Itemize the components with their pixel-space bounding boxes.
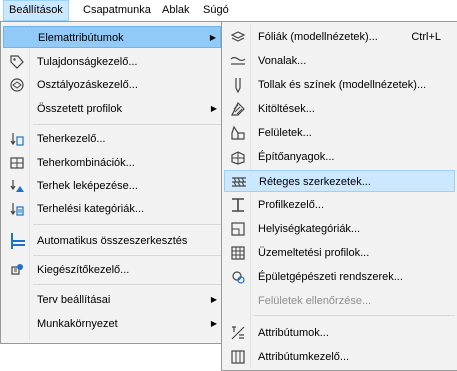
menu-item-label: Tulajdonságkezelő...: [37, 56, 138, 68]
menu-item-label: Üzemeltetési profilok...: [258, 247, 370, 259]
menu-item-label: Terhelési kategóriák...: [37, 203, 144, 215]
menu-item-composites[interactable]: Réteges szerkezetek...: [224, 170, 455, 192]
menu-item-operation-profiles[interactable]: Üzemeltetési profilok...: [224, 242, 455, 264]
composites-icon: [231, 174, 247, 190]
menu-item-label: Teherkezelő...: [37, 133, 106, 145]
menu-item-label: Attribútumkezelő...: [258, 351, 350, 363]
options-dropdown: Elemattribútumok ▶ Tulajdonságkezelő... …: [0, 21, 224, 344]
menu-item-classification-manager[interactable]: Osztályozáskezelő...: [3, 74, 221, 96]
menu-item-complex-profiles[interactable]: Összetett profilok ▶: [3, 98, 221, 120]
menu-item-line-types[interactable]: Vonalak...: [224, 50, 455, 72]
surface-icon: [230, 125, 246, 141]
menu-item-label: Profilkezelő...: [258, 199, 325, 211]
menu-item-label: Építőanyagok...: [258, 151, 335, 163]
menu-item-load-combinations[interactable]: Teherkombinációk...: [3, 152, 221, 174]
menu-item-zone-categories[interactable]: Helyiségkategóriák...: [224, 218, 455, 240]
pen-icon: [230, 77, 246, 93]
load-mapping-icon: [9, 178, 25, 194]
classification-icon: [9, 77, 25, 93]
addon-manager-icon: [9, 262, 25, 278]
operation-profile-icon: [230, 245, 246, 261]
menu-item-label: Felületek...: [258, 127, 312, 139]
separator: [33, 284, 221, 285]
menu-item-layers[interactable]: Fóliák (modellnézetek)... Ctrl+L: [224, 26, 455, 48]
menu-item-building-materials[interactable]: Építőanyagok...: [224, 146, 455, 168]
auto-connect-icon: [9, 233, 25, 249]
menu-item-surface-check[interactable]: Felületek ellenőrzése...: [224, 290, 455, 312]
load-combination-icon: [9, 155, 25, 171]
load-category-icon: [9, 201, 25, 217]
menu-item-label: Automatikus összeszerkesztés: [37, 235, 188, 247]
menu-item-label: Osztályozáskezelő...: [37, 79, 138, 91]
tag-icon: [9, 54, 25, 70]
menu-item-mep-systems[interactable]: Épületgépészeti rendszerek...: [224, 266, 455, 288]
menu-item-attribute-manager[interactable]: Attribútumkezelő...: [224, 346, 455, 368]
menu-item-load-manager[interactable]: Teherkezelő...: [3, 128, 221, 150]
menu-item-addon-manager[interactable]: Kiegészítőkezelő...: [3, 259, 221, 281]
menu-item-label: Fóliák (modellnézetek)...: [258, 31, 378, 43]
menu-item-label: Munkakörnyezet: [37, 318, 118, 330]
menu-item-pens-colors[interactable]: Tollak és színek (modellnézetek)...: [224, 74, 455, 96]
menu-item-label: Helyiségkategóriák...: [258, 223, 361, 235]
menu-item-profile-manager[interactable]: Profilkezelő...: [224, 194, 455, 216]
menu-item-label: Terv beállításai: [37, 294, 111, 306]
menu-sugo[interactable]: Súgó: [198, 0, 234, 21]
menu-item-label: Vonalak...: [258, 55, 307, 67]
profile-manager-icon: [230, 197, 246, 213]
menu-item-label: Elemattribútumok: [38, 32, 124, 44]
menu-item-attributes[interactable]: Attribútumok...: [224, 322, 455, 344]
menu-item-fills[interactable]: Kitöltések...: [224, 98, 455, 120]
menu-item-label: Kitöltések...: [258, 103, 315, 115]
attribute-manager-icon: [230, 349, 246, 365]
separator: [33, 124, 221, 125]
mep-systems-icon: [230, 269, 246, 285]
separator: [254, 315, 455, 316]
menu-item-label: Tollak és színek (modellnézetek)...: [258, 79, 427, 91]
submenu-arrow-icon: ▶: [209, 33, 216, 42]
separator: [33, 255, 221, 256]
fill-icon: [230, 101, 246, 117]
shortcut-label: Ctrl+L: [411, 31, 441, 43]
submenu-arrow-icon: ▶: [210, 319, 217, 328]
submenu-arrow-icon: ▶: [210, 295, 217, 304]
menu-item-label: Épületgépészeti rendszerek...: [258, 271, 403, 283]
menu-item-label: Felületek ellenőrzése...: [258, 295, 372, 307]
menu-ablak[interactable]: Ablak: [157, 0, 195, 21]
menu-item-label: Attribútumok...: [258, 327, 329, 339]
element-attributes-submenu: Fóliák (modellnézetek)... Ctrl+L Vonalak…: [221, 21, 457, 371]
line-types-icon: [230, 53, 246, 69]
menu-item-project-preferences[interactable]: Terv beállításai ▶: [3, 289, 221, 311]
separator: [33, 224, 221, 225]
menu-item-property-manager[interactable]: Tulajdonságkezelő...: [3, 51, 221, 73]
menu-item-work-environment[interactable]: Munkakörnyezet ▶: [3, 313, 221, 335]
menu-beallitasok[interactable]: Beállítások: [3, 0, 69, 21]
building-material-icon: [230, 149, 246, 165]
menu-item-surfaces[interactable]: Felületek...: [224, 122, 455, 144]
menu-item-load-mapping[interactable]: Terhek leképezése...: [3, 175, 221, 197]
menu-item-element-attributes[interactable]: Elemattribútumok ▶: [3, 26, 221, 48]
menu-item-label: Réteges szerkezetek...: [259, 176, 371, 188]
layers-icon: [230, 29, 246, 45]
menu-bar: Beállítások Csapatmunka Ablak Súgó: [0, 0, 457, 21]
attributes-icon: [230, 325, 246, 341]
menu-item-load-categories[interactable]: Terhelési kategóriák...: [3, 198, 221, 220]
zone-category-icon: [230, 221, 246, 237]
submenu-arrow-icon: ▶: [210, 104, 217, 113]
menu-item-label: Kiegészítőkezelő...: [37, 264, 130, 276]
menu-item-auto-connect[interactable]: Automatikus összeszerkesztés: [3, 230, 221, 252]
menu-item-label: Teherkombinációk...: [37, 157, 135, 169]
menu-csapatmunka[interactable]: Csapatmunka: [78, 0, 156, 21]
load-manager-icon: [9, 131, 25, 147]
menu-item-label: Terhek leképezése...: [37, 180, 138, 192]
menu-item-label: Összetett profilok: [37, 103, 122, 115]
